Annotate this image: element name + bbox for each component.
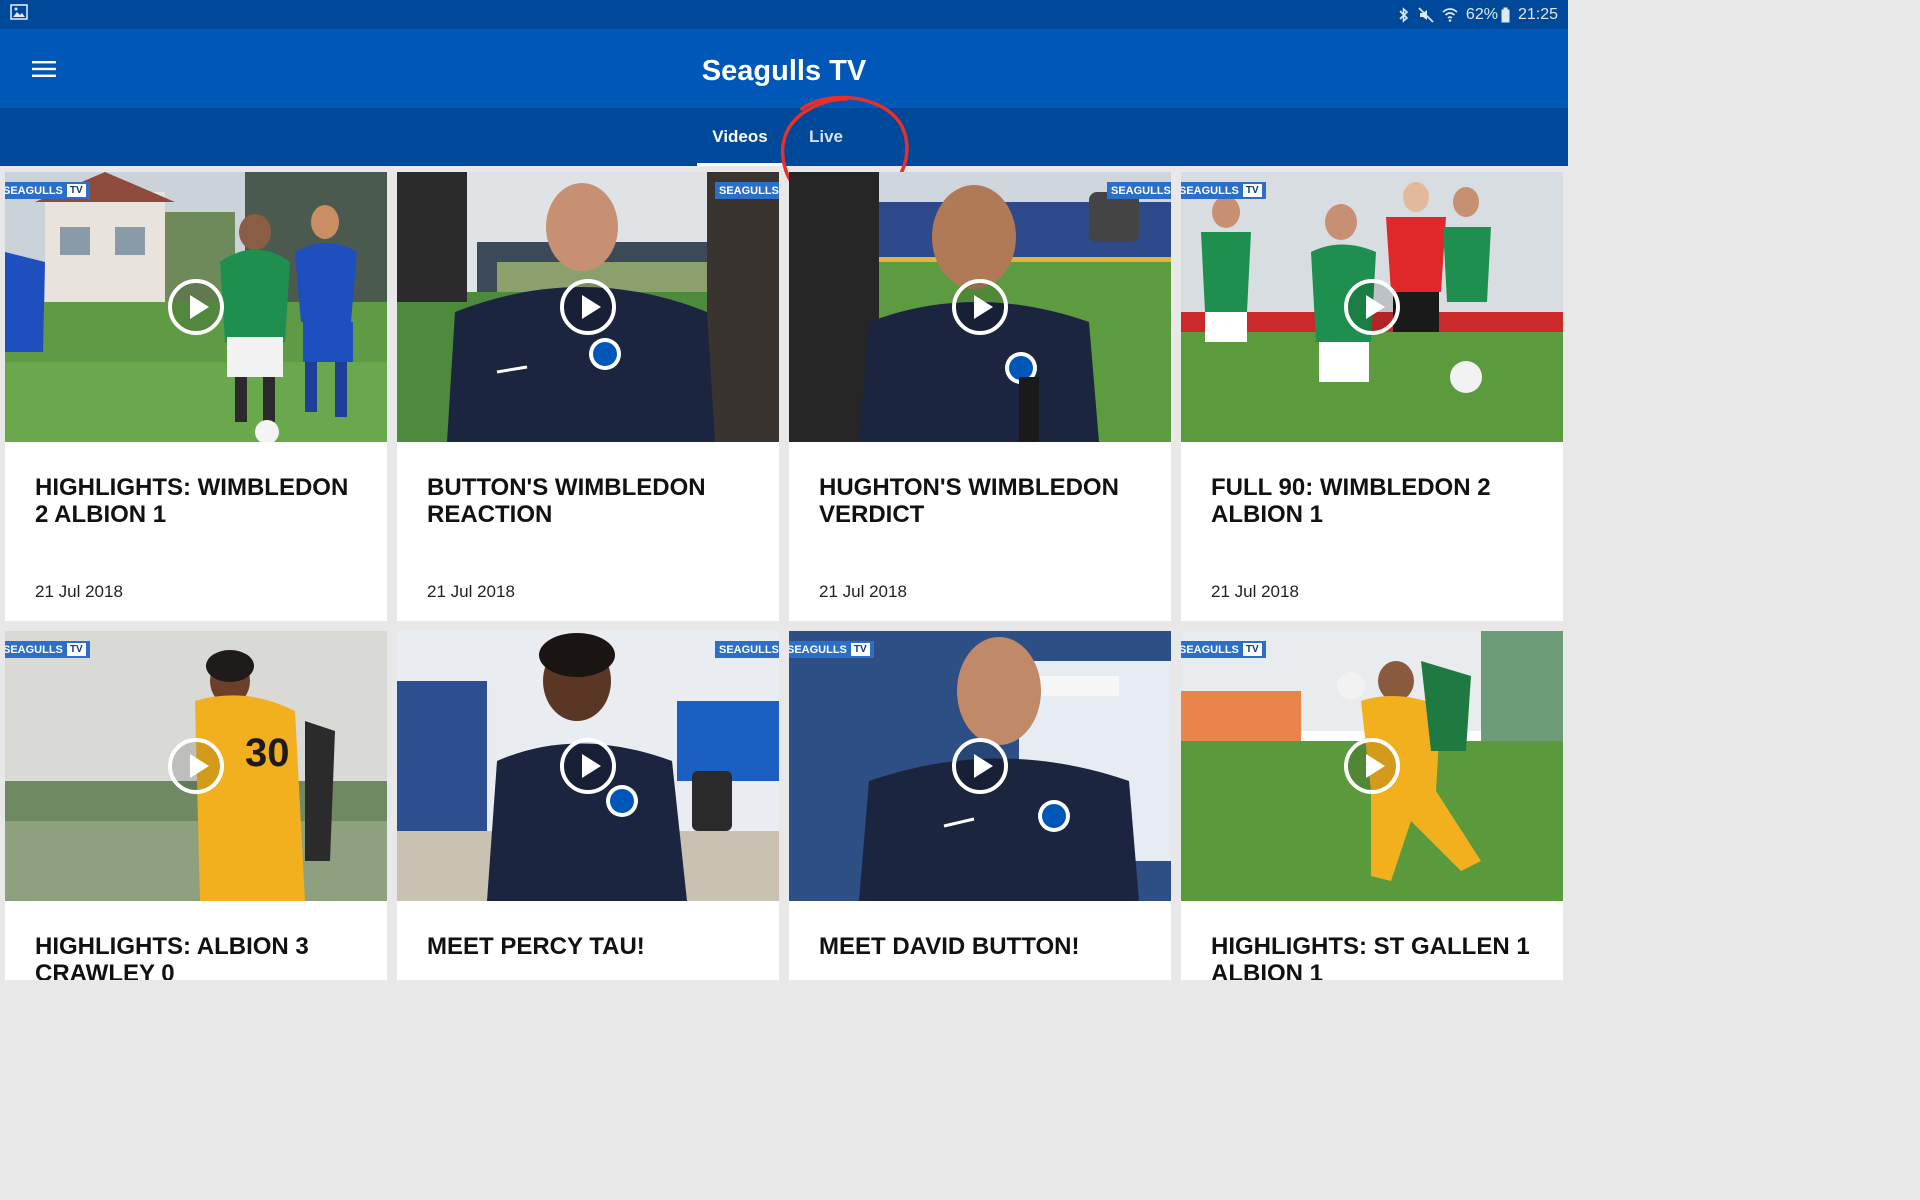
battery-icon bbox=[1501, 7, 1510, 23]
play-icon[interactable] bbox=[1343, 278, 1401, 336]
mute-icon bbox=[1418, 6, 1434, 23]
video-card[interactable]: SEAGULLS TV HIGHLIGHTS: ST GALLEN 1 ALBIO… bbox=[1181, 631, 1563, 980]
video-date: 21 Jul 2018 bbox=[35, 582, 123, 601]
play-icon[interactable] bbox=[1343, 737, 1401, 795]
play-icon[interactable] bbox=[951, 737, 1009, 795]
video-date: 21 Jul 2018 bbox=[427, 582, 515, 601]
video-thumbnail: SEAGULLS TV bbox=[5, 172, 387, 442]
play-icon[interactable] bbox=[559, 278, 617, 336]
video-title: BUTTON'S WIMBLEDON REACTION bbox=[427, 474, 706, 528]
video-thumbnail: SEAGULLS TV bbox=[1181, 172, 1563, 442]
play-icon[interactable] bbox=[559, 737, 617, 795]
seagulls-tv-watermark: SEAGULLS TV bbox=[1181, 641, 1266, 658]
seagulls-tv-watermark: SEAGULLS TV bbox=[789, 641, 874, 658]
seagulls-tv-watermark: SEAGULLS bbox=[715, 182, 779, 199]
play-icon[interactable] bbox=[167, 737, 225, 795]
video-title: MEET PERCY TAU! bbox=[427, 933, 645, 960]
tab-bar: Videos Live bbox=[0, 108, 1568, 166]
video-title: MEET DAVID BUTTON! bbox=[819, 933, 1080, 960]
battery-percent: 62% bbox=[1465, 5, 1498, 23]
svg-text:30: 30 bbox=[245, 731, 290, 775]
app-bar: Seagulls TV bbox=[0, 29, 1568, 108]
video-thumbnail: SEAGULLS bbox=[789, 172, 1171, 442]
video-card[interactable]: SEAGULLS TV FULL 90: WIMBLEDON 2 ALBION 1… bbox=[1181, 172, 1563, 621]
video-date: 21 Jul 2018 bbox=[1211, 582, 1299, 601]
seagulls-tv-watermark: SEAGULLS TV bbox=[5, 641, 90, 658]
video-card[interactable]: SEAGULLS BUTTON'S WIMBLEDON REACTION 21 … bbox=[397, 172, 779, 621]
video-card[interactable]: SEAGULLS MEET PERCY TAU! bbox=[397, 631, 779, 980]
video-thumbnail: 30 SEAGULLS TV bbox=[5, 631, 387, 901]
video-title: FULL 90: WIMBLEDON 2 ALBION 1 bbox=[1211, 474, 1491, 528]
video-thumbnail: SEAGULLS TV bbox=[1181, 631, 1563, 901]
wifi-icon bbox=[1442, 7, 1458, 23]
video-title: HIGHLIGHTS: ALBION 3 CRAWLEY 0 bbox=[35, 933, 309, 980]
seagulls-tv-watermark: SEAGULLS bbox=[715, 641, 779, 658]
video-card[interactable]: SEAGULLS HUGHTON'S WIMBLEDON VERDICT 21 … bbox=[789, 172, 1171, 621]
seagulls-tv-watermark: SEAGULLS bbox=[1107, 182, 1171, 199]
clock: 21:25 bbox=[1517, 5, 1558, 23]
tab-videos[interactable]: Videos bbox=[697, 108, 783, 166]
tab-live[interactable]: Live bbox=[795, 108, 857, 166]
gallery-notification-icon bbox=[10, 4, 28, 25]
bluetooth-icon bbox=[1398, 6, 1410, 23]
play-icon[interactable] bbox=[167, 278, 225, 336]
play-icon[interactable] bbox=[951, 278, 1009, 336]
seagulls-tv-watermark: SEAGULLS TV bbox=[1181, 182, 1266, 199]
video-card[interactable]: SEAGULLS TV MEET DAVID BUTTON! bbox=[789, 631, 1171, 980]
video-grid: SEAGULLS TV HIGHLIGHTS: WIMBLEDON 2 ALBIO… bbox=[0, 166, 1568, 980]
seagulls-tv-watermark: SEAGULLS TV bbox=[5, 182, 90, 199]
video-thumbnail: SEAGULLS bbox=[397, 172, 779, 442]
video-card[interactable]: 30 SEAGULLS TV HIGHLIGHTS: ALBION 3 CRAWL… bbox=[5, 631, 387, 980]
video-thumbnail: SEAGULLS TV bbox=[789, 631, 1171, 901]
status-bar: 62% 21:25 bbox=[0, 0, 1568, 29]
video-date: 21 Jul 2018 bbox=[819, 582, 907, 601]
video-title: HIGHLIGHTS: ST GALLEN 1 ALBION 1 bbox=[1211, 933, 1530, 980]
video-thumbnail: SEAGULLS bbox=[397, 631, 779, 901]
video-title: HUGHTON'S WIMBLEDON VERDICT bbox=[819, 474, 1119, 528]
video-card[interactable]: SEAGULLS TV HIGHLIGHTS: WIMBLEDON 2 ALBIO… bbox=[5, 172, 387, 621]
page-title: Seagulls TV bbox=[701, 55, 867, 87]
video-title: HIGHLIGHTS: WIMBLEDON 2 ALBION 1 bbox=[35, 474, 349, 528]
